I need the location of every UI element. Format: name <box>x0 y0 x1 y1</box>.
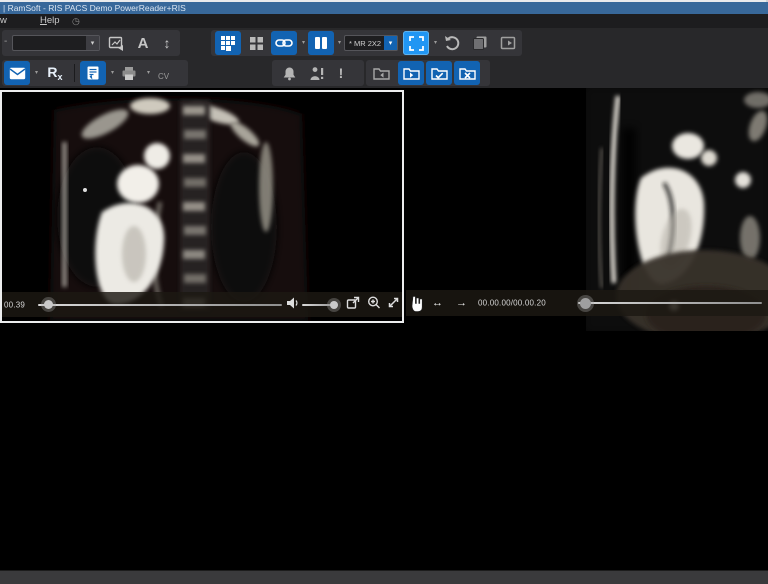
previous-study-button[interactable] <box>368 61 394 85</box>
patient-alert-button[interactable] <box>304 61 330 85</box>
fit-to-window-button[interactable] <box>403 31 429 55</box>
time-label-left: 00.39 <box>4 300 26 309</box>
diagonal-expand-icon <box>387 296 400 314</box>
fullscreen-button-left[interactable] <box>387 296 400 314</box>
grid-2x2-icon <box>249 36 264 51</box>
cv-label: CV <box>158 72 170 81</box>
compare-dropdown-arrow[interactable]: ▾ <box>335 39 344 46</box>
video-controls-left: 00.39 <box>2 292 402 317</box>
viewer-left[interactable]: 00.39 <box>0 90 404 323</box>
menu-bar: w Help ◷ <box>0 14 768 28</box>
app-window: | RamSoft - RIS PACS Demo PowerReader+RI… <box>0 0 768 584</box>
stat-flag-button[interactable]: ! <box>330 61 352 85</box>
person-alert-icon <box>309 66 325 81</box>
open-new-window-icon <box>346 295 360 314</box>
viewport-area: 00.39 ↔ → 00.00.00/00.00.20 <box>0 88 768 570</box>
series-layout-button[interactable] <box>215 31 241 55</box>
image-export-icon <box>108 35 125 51</box>
envelope-icon <box>9 67 26 80</box>
loop-mode-button[interactable]: ↔ <box>432 297 443 309</box>
layout-preset-combobox[interactable]: * MR 2X2 ▾ <box>344 35 398 51</box>
play-direction-button[interactable]: → <box>456 297 467 309</box>
layers-icon <box>472 35 488 51</box>
chevron-down-icon[interactable]: ▾ <box>86 36 99 50</box>
link-dropdown-arrow[interactable]: ▾ <box>299 39 308 46</box>
preset-combobox[interactable]: ▾ <box>12 35 100 51</box>
volume-thumb-left[interactable] <box>330 300 338 309</box>
rx-icon: Rx <box>47 64 63 82</box>
toolbar-primary: - ▾ A ↕ ▾ ▾ * MR 2X2 ▾ ▾ <box>0 28 768 58</box>
status-bar <box>0 570 768 584</box>
toolbar-secondary: ▾ Rx ▾ ▾ CV ! <box>0 58 768 89</box>
seek-thumb-left[interactable] <box>44 300 53 309</box>
exclamation-icon: ! <box>338 65 344 81</box>
folder-next-icon <box>402 66 420 80</box>
menu-item-clipped[interactable]: w <box>0 14 7 28</box>
window-title: | RamSoft - RIS PACS Demo PowerReader+RI… <box>3 3 186 13</box>
image-layout-button[interactable] <box>243 31 269 55</box>
clock-icon: ◷ <box>72 16 80 26</box>
toolbar-separator <box>74 64 75 82</box>
tools-panel: - ▾ A ↕ <box>2 30 180 56</box>
mark-read-button[interactable] <box>426 61 452 85</box>
clipped-control: - <box>4 36 8 47</box>
book-pages-icon <box>313 35 329 51</box>
study-navigation-panel <box>366 60 490 86</box>
expand-corners-icon <box>408 35 424 51</box>
printer-icon <box>121 66 137 81</box>
print-dropdown-arrow[interactable]: ▾ <box>144 69 153 76</box>
viewer-right[interactable]: ↔ → 00.00.00/00.00.20 <box>406 88 768 331</box>
time-label-right: 00.00.00/00.00.20 <box>478 298 546 308</box>
speaker-icon <box>286 296 300 314</box>
report-document-icon <box>85 65 101 81</box>
hand-cursor-icon <box>409 294 426 313</box>
volume-button-left[interactable] <box>286 296 300 314</box>
seek-slider-right[interactable] <box>578 302 762 304</box>
folder-previous-icon <box>372 66 390 80</box>
panel-play-icon <box>500 35 516 51</box>
export-pane-button[interactable] <box>495 31 521 55</box>
title-bar: | RamSoft - RIS PACS Demo PowerReader+RI… <box>0 2 768 14</box>
vertical-arrow-icon: ↕ <box>163 35 171 51</box>
chevron-down-icon[interactable]: ▾ <box>384 36 397 50</box>
zoom-button-left[interactable] <box>367 295 381 314</box>
folder-check-icon <box>430 66 448 80</box>
send-email-button[interactable] <box>4 61 30 85</box>
compare-studies-button[interactable] <box>308 31 334 55</box>
email-dropdown-arrow[interactable]: ▾ <box>32 69 41 76</box>
link-series-button[interactable] <box>271 31 297 55</box>
bell-icon <box>282 66 297 81</box>
link-icon <box>275 36 293 50</box>
text-tool-icon: A <box>137 34 149 52</box>
popout-button-left[interactable] <box>346 295 360 314</box>
prescription-button[interactable]: Rx <box>42 61 68 85</box>
grid-layout-icon <box>220 35 236 51</box>
mri-image-left <box>2 92 402 321</box>
undo-button[interactable] <box>439 31 465 55</box>
print-button[interactable] <box>116 61 142 85</box>
layout-panel: ▾ ▾ * MR 2X2 ▾ ▾ <box>211 30 522 56</box>
scroll-tool-button[interactable]: ↕ <box>154 31 180 55</box>
folder-x-icon <box>458 66 476 80</box>
menu-item-help[interactable]: Help <box>40 14 60 28</box>
report-button[interactable] <box>80 61 106 85</box>
close-study-button[interactable] <box>454 61 480 85</box>
video-controls-right: ↔ → 00.00.00/00.00.20 <box>406 290 768 316</box>
next-study-button[interactable] <box>398 61 424 85</box>
capture-image-button[interactable] <box>103 31 129 55</box>
communication-panel: ▾ Rx ▾ ▾ CV <box>2 60 188 86</box>
undo-icon <box>444 35 460 51</box>
notifications-button[interactable] <box>276 61 302 85</box>
text-annotation-button[interactable]: A <box>130 31 156 55</box>
clone-viewport-button[interactable] <box>467 31 493 55</box>
magnifier-plus-icon <box>367 295 381 314</box>
seek-thumb-right[interactable] <box>580 297 591 309</box>
alerts-panel: ! <box>272 60 364 86</box>
seek-slider-left[interactable] <box>38 303 282 306</box>
